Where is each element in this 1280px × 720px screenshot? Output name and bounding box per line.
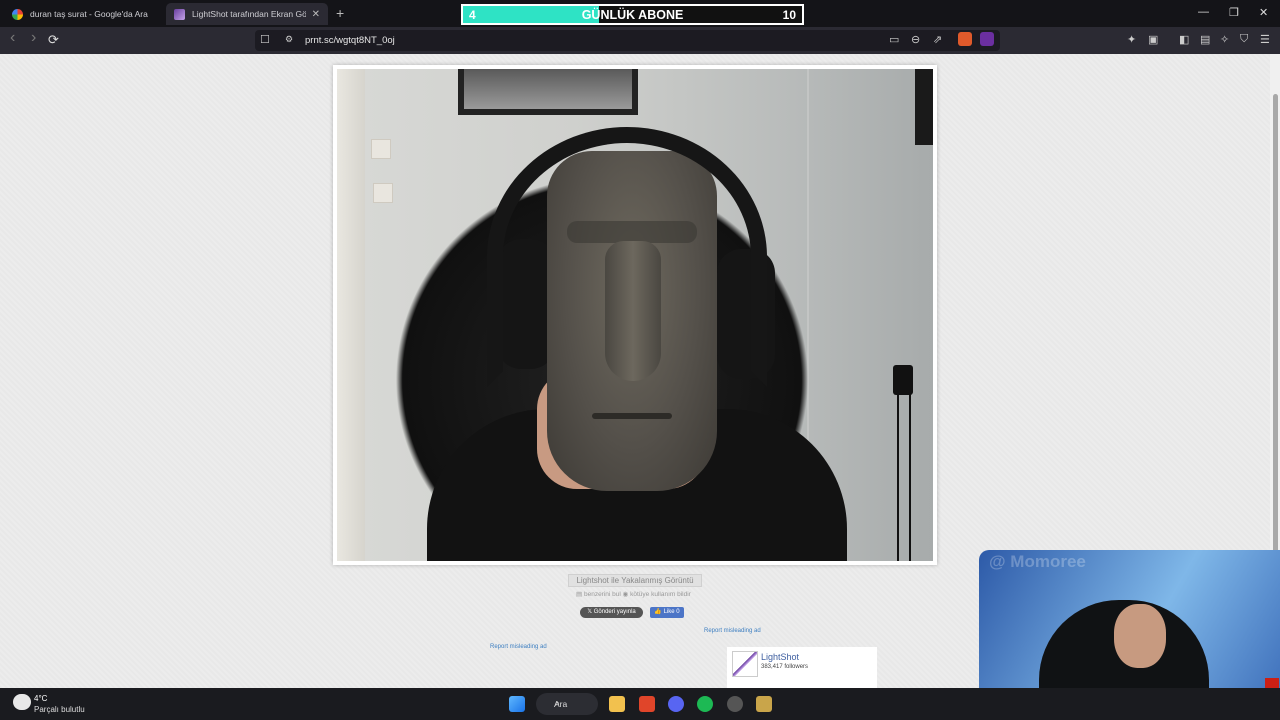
zoom-icon[interactable]: ⊖: [911, 33, 920, 46]
widget-name[interactable]: LightShot: [761, 652, 799, 662]
taskbar-search[interactable]: Ara: [536, 693, 598, 715]
tab-bar: duran taş surat - Google'da Ara LightSho…: [0, 0, 1280, 27]
moai-mouth: [592, 413, 672, 419]
wall-picture: [458, 69, 638, 115]
screenshot-image[interactable]: [333, 65, 937, 565]
file-explorer-icon[interactable]: [609, 696, 625, 712]
discord-icon[interactable]: [668, 696, 684, 712]
weather-description[interactable]: Parçalı bulutlu: [34, 705, 85, 714]
widget-followers: 383,417 followers: [761, 664, 809, 670]
maximize-button[interactable]: ❐: [1229, 6, 1239, 19]
back-button[interactable]: ‹: [10, 29, 15, 47]
menu-icon[interactable]: ☰: [1260, 33, 1270, 46]
leo-ai-icon[interactable]: ✧: [1220, 33, 1229, 46]
webcam-watermark: @ Momoree: [989, 552, 1086, 571]
search-icon: ⌕: [555, 698, 561, 708]
streamer-head: [1114, 604, 1166, 668]
spotify-icon[interactable]: [697, 696, 713, 712]
cable: [897, 369, 911, 561]
windows-start-icon[interactable]: [509, 696, 525, 712]
find-similar-icon: ▤: [576, 591, 583, 598]
brave-shields-icon[interactable]: [958, 32, 972, 46]
headphone-band: [487, 127, 767, 387]
windows-taskbar: 4°C Parçalı bulutlu Ara ⌕: [0, 688, 1280, 720]
extensions-icon[interactable]: ✦: [1127, 33, 1136, 46]
obs-icon[interactable]: [727, 696, 743, 712]
close-window-button[interactable]: ✕: [1259, 6, 1268, 19]
close-tab-icon[interactable]: ✕: [312, 9, 320, 20]
tweet-button[interactable]: 𝕏 Gönderi yayınla: [580, 607, 643, 618]
bookmark-icon[interactable]: ☐: [260, 33, 270, 46]
report-ad-link[interactable]: Report misleading ad: [490, 644, 547, 650]
brave-rewards-icon[interactable]: [980, 32, 994, 46]
subscriber-goal-overlay: 4 GÜNLÜK ABONE 10: [461, 4, 804, 25]
site-info-icon[interactable]: ⚙: [285, 34, 293, 45]
tab-title: duran taş surat - Google'da Ara: [30, 9, 148, 19]
subscriber-target: 10: [782, 8, 796, 22]
x-logo-icon: 𝕏: [587, 609, 593, 615]
league-client-icon[interactable]: [756, 696, 772, 712]
new-tab-button[interactable]: +: [336, 5, 344, 21]
forward-button[interactable]: ›: [31, 29, 36, 47]
reload-button[interactable]: ⟳: [48, 32, 59, 48]
weather-temperature[interactable]: 4°C: [34, 694, 47, 703]
lightshot-favicon-icon: [174, 8, 185, 20]
tweet-label: Gönderi yayınla: [593, 609, 636, 615]
lightshot-follow-widget[interactable]: LightShot 383,417 followers: [727, 647, 877, 688]
google-favicon-icon: [12, 8, 23, 20]
brave-browser-icon[interactable]: [639, 696, 655, 712]
report-abuse-icon: ◉: [622, 591, 629, 598]
image-links: ▤ benzerini bul ◉ kötüye kullanım bildir: [576, 590, 691, 598]
like-label: Like 0: [663, 609, 680, 615]
facebook-like-button[interactable]: 👍 Like 0: [650, 607, 684, 618]
report-ad-link[interactable]: Report misleading ad: [704, 628, 761, 634]
wall-frame: [915, 69, 933, 145]
photo-moai-face: [337, 69, 933, 561]
browser-toolbar: ‹ › ⟳ ☐ ⚙ prnt.sc/wgtqt8NT_0oj ▭ ⊖ ⇗ ✦ ▣…: [0, 27, 1280, 54]
lightshot-logo-icon: [732, 651, 758, 677]
wallet-icon[interactable]: ▣: [1148, 33, 1158, 46]
shield-icon[interactable]: ⛉: [1240, 33, 1248, 46]
door: [337, 69, 365, 561]
minimize-button[interactable]: —: [1198, 6, 1209, 18]
tab-google-search[interactable]: duran taş surat - Google'da Ara: [4, 3, 164, 25]
picture-inner: [464, 69, 632, 109]
reader-mode-icon[interactable]: ▭: [889, 33, 899, 46]
share-icon[interactable]: ⇗: [933, 33, 942, 46]
vpn-icon[interactable]: ▤: [1200, 33, 1210, 46]
thumbs-up-icon: 👍: [654, 609, 662, 615]
url-text[interactable]: prnt.sc/wgtqt8NT_0oj: [305, 35, 395, 46]
find-similar-link[interactable]: benzerini bul: [584, 591, 621, 598]
subscriber-label: GÜNLÜK ABONE: [581, 8, 684, 22]
image-caption: Lightshot ile Yakalanmış Görüntü: [568, 574, 702, 587]
tab-title: LightShot tarafından Ekran Görü: [192, 9, 306, 19]
tab-lightshot[interactable]: LightShot tarafından Ekran Görü ✕: [166, 3, 328, 25]
sidebar-icon[interactable]: ◧: [1179, 33, 1189, 46]
address-bar[interactable]: ☐ ⚙ prnt.sc/wgtqt8NT_0oj ▭ ⊖ ⇗: [255, 30, 1000, 51]
weather-cloud-icon[interactable]: [13, 694, 31, 710]
report-abuse-link[interactable]: kötüye kullanım bildir: [630, 591, 691, 598]
